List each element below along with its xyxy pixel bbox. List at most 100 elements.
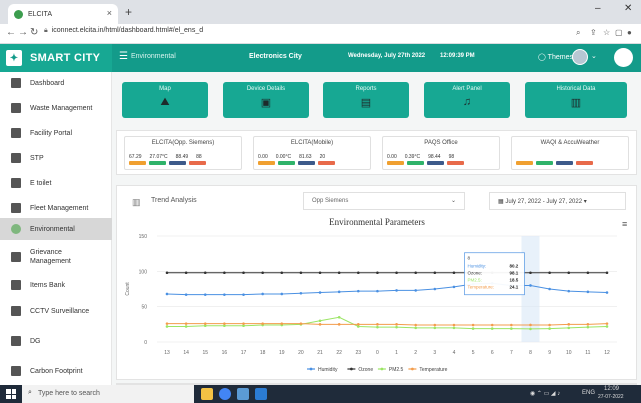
chrome-icon[interactable] [219, 388, 231, 400]
data-point [223, 271, 226, 275]
data-point [529, 271, 532, 275]
x-tick-label: 2 [414, 350, 417, 356]
tag-aqi [189, 161, 206, 165]
sidebar-item-label: Environmental [30, 225, 75, 233]
history-icon: ▥ [570, 97, 582, 109]
tag-humidity [387, 161, 404, 165]
user-avatar[interactable] [572, 49, 588, 65]
sidebar-item-fleet-management[interactable]: Fleet Management [0, 197, 112, 219]
profile-icon[interactable]: ● [627, 28, 632, 37]
sidebar-item-items-bank[interactable]: Items Bank [0, 274, 112, 296]
sidebar-item-label: Fleet Management [30, 204, 89, 212]
stat-card[interactable]: PAQS Office 0.00 0.39°C 98.44 98 [382, 136, 500, 170]
sidebar-item-carbon-footprint[interactable]: Carbon Footprint [0, 360, 112, 382]
tag-ozone [556, 161, 573, 165]
data-point [529, 323, 532, 327]
chevron-down-icon[interactable]: ⌄ [591, 52, 597, 60]
data-point [433, 287, 437, 291]
tile-historical-data[interactable]: Historical Data ▥ [525, 82, 627, 118]
data-point [261, 292, 264, 296]
environmental-chart[interactable]: Environmental Parameters ≡050100150Count1… [117, 216, 638, 381]
url-field[interactable]: 🔒︎ iconnect.elcita.in/html/dashboard.html… [44, 27, 203, 35]
stat-card[interactable]: ELCITA(Mobile) 0.00 0.00°C 81.63 20 [253, 136, 371, 170]
sidebar-item-stp[interactable]: STP [0, 147, 112, 169]
sidebar-item-waste-management[interactable]: Waste Management [0, 97, 112, 119]
sidebar-item-dashboard[interactable]: Dashboard [0, 72, 112, 94]
file-explorer-icon[interactable] [201, 388, 213, 400]
themes-button[interactable]: ◯ Themes [538, 53, 573, 61]
data-point [452, 326, 456, 330]
tooltip-value: 18.5 [509, 278, 518, 283]
stat-aqi: 98 [448, 154, 455, 160]
data-point [605, 271, 609, 275]
lock-icon: 🔒︎ [44, 27, 48, 34]
back-icon[interactable]: ← [6, 27, 16, 38]
sidebar-item-cctv-surveillance[interactable]: CCTV Surveillance [0, 300, 112, 322]
new-tab-button[interactable]: + [125, 5, 132, 19]
tag-ozone [169, 161, 186, 165]
header-city: Electronics City [249, 53, 302, 60]
stat-aqi: 20 [319, 154, 326, 160]
sidebar-item-grievance-management[interactable]: Grievance Management [0, 244, 112, 270]
word-icon[interactable] [255, 388, 267, 400]
data-point [567, 326, 571, 330]
tile-device-details[interactable]: Device Details ▣ [223, 82, 309, 118]
windows-start-icon[interactable] [6, 389, 16, 399]
browser-tab[interactable]: ELCITA × [8, 4, 118, 24]
x-tick-label: 11 [585, 350, 590, 356]
reload-icon[interactable]: ↻ [30, 27, 38, 38]
language-indicator[interactable]: ENG [582, 390, 595, 396]
data-point [586, 271, 590, 275]
hamburger-menu-icon[interactable]: ☰ [119, 51, 128, 62]
tab-close-icon[interactable]: × [107, 8, 112, 18]
stat-card[interactable]: WAQI & AccuWeather [511, 136, 629, 170]
stat-tags [129, 161, 206, 165]
bookmark-star-icon[interactable]: ☆ [603, 28, 610, 37]
taskbar-search[interactable]: ⌕ Type here to search [22, 385, 194, 403]
calendar-icon: ▦ [498, 199, 504, 205]
date-range-picker[interactable]: ▦ July 27, 2022 - July 27, 2022 ▾ [489, 192, 626, 210]
tile-reports[interactable]: Reports ▤ [323, 82, 409, 118]
sidebar-item-environmental[interactable]: Environmental [0, 218, 112, 240]
app-icon[interactable] [237, 388, 249, 400]
stat-humidity: 0.00 [387, 154, 397, 160]
window-icon[interactable]: ▢ [615, 28, 623, 37]
sidebar-item-label: Dashboard [30, 79, 65, 87]
series-line [167, 323, 608, 326]
data-point [318, 291, 322, 294]
data-point [318, 271, 322, 275]
zoom-icon[interactable]: ⌕ [576, 28, 580, 38]
data-point [223, 293, 226, 296]
clock-time[interactable]: 12:09 [604, 386, 619, 392]
forward-icon[interactable]: → [18, 27, 28, 38]
legend-item: Ozone [358, 367, 373, 373]
themes-label: Themes [547, 54, 573, 61]
data-point [376, 271, 379, 275]
brand[interactable]: ✦ SMART CITY [0, 44, 112, 72]
sidebar-item-e-toilet[interactable]: E toilet [0, 172, 112, 194]
tooltip-value: 98.1 [509, 271, 518, 276]
clock-date[interactable]: 27-07-2022 [598, 394, 624, 400]
brand-name: SMART CITY [30, 52, 101, 64]
tile-alert-panel[interactable]: Alert Panel ♫ [424, 82, 510, 118]
data-point [337, 271, 341, 275]
data-point [280, 271, 284, 275]
station-select[interactable]: Opp Siemens ⌄ [303, 192, 465, 210]
x-tick-label: 5 [472, 350, 475, 356]
stat-card[interactable]: ELCITA(Opp. Siemens) 67.29 27.07°C 88.49… [124, 136, 242, 170]
sidebar-item-facility-portal[interactable]: Facility Portal [0, 122, 112, 144]
tag-humidity [129, 161, 146, 165]
tray-icons[interactable]: ◉ ⌃ ▭ ◢ ♪ [530, 390, 560, 397]
data-point [395, 271, 398, 275]
close-window-icon[interactable]: ✕ [624, 3, 632, 14]
sidebar-item-dg[interactable]: DG [0, 330, 112, 352]
share-icon[interactable]: ⇪ [590, 28, 597, 37]
stat-card-title: WAQI & AccuWeather [540, 140, 600, 146]
data-point [510, 323, 513, 327]
tooltip-label: Ozone: [467, 271, 482, 276]
minimize-icon[interactable]: – [595, 3, 601, 14]
data-point [605, 322, 609, 325]
legend-marker [350, 367, 353, 371]
partner-logo-icon [614, 48, 633, 67]
tile-map[interactable]: Map ⛰ [122, 82, 208, 118]
